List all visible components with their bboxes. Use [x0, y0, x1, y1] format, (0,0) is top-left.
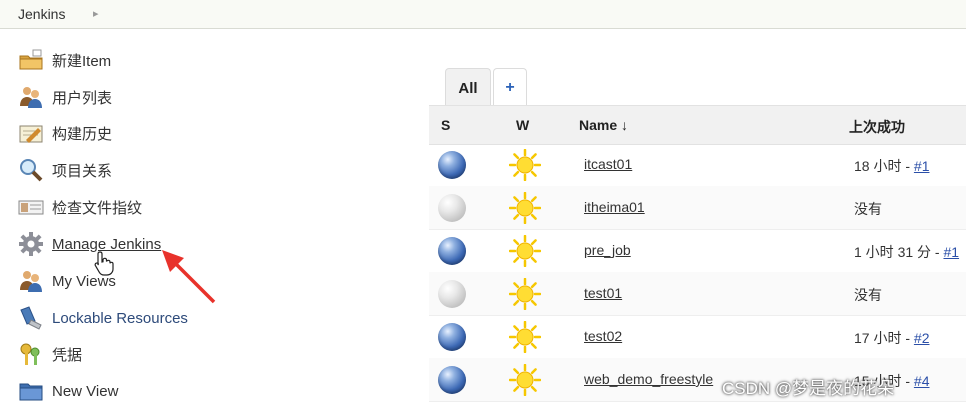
- sidebar-item-fingerprint[interactable]: 检查文件指纹: [18, 194, 318, 220]
- folder-icon: [18, 378, 44, 404]
- users-icon: [18, 268, 44, 294]
- last-success-text: 1 小时 31 分 -: [854, 244, 944, 260]
- last-success-cell: 17 小时 - #2: [854, 328, 929, 348]
- search-magnifier-icon: [18, 157, 44, 183]
- table-header-row: S W Name ↓ 上次成功: [429, 105, 966, 145]
- status-ball-icon: [438, 323, 466, 351]
- weather-sunny-icon: [508, 363, 542, 397]
- sidebar-item-credentials[interactable]: 凭据: [18, 341, 318, 367]
- column-header-last-success[interactable]: 上次成功: [849, 117, 905, 137]
- last-success-text: 没有: [854, 287, 882, 303]
- status-ball-icon: [438, 194, 466, 222]
- breadcrumb-jenkins-link[interactable]: Jenkins: [18, 6, 65, 22]
- status-ball-icon: [438, 366, 466, 394]
- sidebar-item-project-relationship[interactable]: 项目关系: [18, 157, 318, 183]
- last-success-cell: 18 小时 - #1: [854, 156, 929, 176]
- job-name-link[interactable]: test02: [584, 328, 622, 344]
- add-view-tab-button[interactable]: +: [493, 68, 527, 106]
- table-row: itcast01 18 小时 - #1: [429, 143, 966, 187]
- weather-sunny-icon: [508, 277, 542, 311]
- status-ball-icon: [438, 280, 466, 308]
- hand-cursor-icon: [94, 251, 114, 276]
- sidebar-item-label: 构建历史: [52, 125, 113, 143]
- column-header-status[interactable]: S: [441, 117, 450, 133]
- sidebar-item-label: 新建Item: [52, 52, 112, 70]
- build-number-link[interactable]: #1: [943, 244, 959, 260]
- job-name-link[interactable]: web_demo_freestyle: [584, 371, 713, 387]
- column-header-weather[interactable]: W: [516, 117, 529, 133]
- fingerprint-card-icon: [18, 194, 44, 220]
- last-success-text: 没有: [854, 201, 882, 217]
- job-table: S W Name ↓ 上次成功 itcast01 18 小时 - #1 itheim…: [429, 105, 966, 410]
- sidebar-item-label: New View: [52, 382, 119, 400]
- sidebar-item-new-view[interactable]: New View: [18, 378, 318, 404]
- sidebar-item-label: 凭据: [52, 346, 83, 364]
- sidebar-item-label: Lockable Resources: [52, 309, 188, 327]
- job-name-link[interactable]: itheima01: [584, 199, 645, 215]
- status-ball-icon: [438, 151, 466, 179]
- job-name-link[interactable]: pre_job: [584, 242, 631, 258]
- sidebar-item-new-item[interactable]: 新建Item: [18, 47, 318, 73]
- table-row: pre_job 1 小时 31 分 - #1: [429, 229, 966, 273]
- gear-icon: [18, 231, 44, 257]
- new-item-folder-icon: [18, 47, 44, 73]
- last-success-text: 18 小时 -: [854, 158, 914, 174]
- sidebar-item-build-history[interactable]: 构建历史: [18, 120, 318, 146]
- status-ball-icon: [438, 237, 466, 265]
- sidebar-item-label: 用户列表: [52, 89, 113, 107]
- sidebar-item-label: 项目关系: [52, 162, 113, 180]
- credentials-keys-icon: [18, 341, 44, 367]
- usb-key-icon: [18, 305, 44, 331]
- column-header-name-label: Name: [579, 117, 618, 133]
- tab-all[interactable]: All: [445, 68, 491, 107]
- table-row: test01 没有: [429, 272, 966, 316]
- sort-descending-arrow-icon: ↓: [621, 117, 629, 133]
- breadcrumb-bar: Jenkins ▸: [0, 0, 966, 29]
- job-name-link[interactable]: test01: [584, 285, 622, 301]
- build-history-notepad-icon: [18, 120, 44, 146]
- last-success-cell: 1 小时 31 分 - #1: [854, 242, 959, 262]
- weather-sunny-icon: [508, 320, 542, 354]
- column-header-name[interactable]: Name ↓: [579, 117, 628, 133]
- table-row: itheima01 没有: [429, 186, 966, 230]
- last-success-text: 17 小时 -: [854, 330, 914, 346]
- weather-sunny-icon: [508, 234, 542, 268]
- build-number-link[interactable]: #2: [914, 330, 930, 346]
- weather-sunny-icon: [508, 191, 542, 225]
- sidebar-item-people[interactable]: 用户列表: [18, 84, 318, 110]
- watermark-text: CSDN @梦是夜的花朵: [722, 379, 895, 398]
- last-success-cell: 没有: [854, 285, 882, 305]
- build-number-link[interactable]: #4: [914, 373, 930, 389]
- annotation-arrow: [162, 250, 216, 304]
- last-success-cell: 没有: [854, 199, 882, 219]
- job-name-link[interactable]: itcast01: [584, 156, 632, 172]
- sidebar-item-label: 检查文件指纹: [52, 199, 143, 217]
- weather-sunny-icon: [508, 148, 542, 182]
- build-number-link[interactable]: #1: [914, 158, 930, 174]
- users-icon: [18, 84, 44, 110]
- breadcrumb-chevron-icon[interactable]: ▸: [93, 7, 99, 20]
- table-row: test02 17 小时 - #2: [429, 315, 966, 359]
